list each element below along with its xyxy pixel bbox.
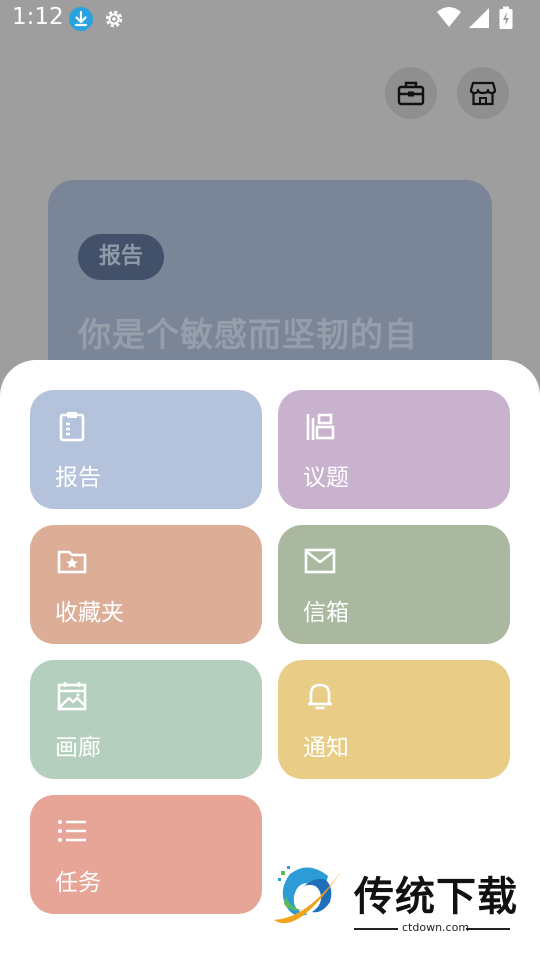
menu-item-label: 任务 [55,870,101,896]
watermark-divider [354,928,398,930]
menu-item-label: 议题 [303,465,349,491]
status-bar: 1:12 [0,0,540,38]
settings-icon [102,7,126,31]
battery-charging-icon [499,6,513,29]
watermark-logo-icon [274,866,342,924]
list-icon [58,820,86,842]
briefcase-button[interactable] [385,67,437,119]
bell-icon [308,683,332,710]
menu-item-tasks[interactable]: 任务 [30,795,262,914]
menu-item-label: 画廊 [55,735,101,761]
status-time: 1:12 [12,4,64,30]
mail-icon [304,548,336,574]
watermark-divider [466,928,510,930]
briefcase-icon [397,81,425,106]
menu-item-gallery[interactable]: 画廊 [30,660,262,779]
menu-item-report[interactable]: 报告 [30,390,262,509]
download-icon [69,7,93,31]
watermark: 传统下载 ctdown.com [268,862,518,942]
wifi-icon [437,7,461,27]
menu-item-mailbox[interactable]: 信箱 [278,525,510,644]
gallery-icon [57,682,87,711]
store-icon [469,81,497,106]
menu-item-label: 收藏夹 [55,600,124,626]
signal-icon [469,8,489,28]
menu-item-notifications[interactable]: 通知 [278,660,510,779]
menu-item-label: 通知 [303,735,349,761]
report-headline: 你是个敏感而坚韧的自 [78,315,418,354]
watermark-text: 传统下载 [354,874,518,920]
report-tag: 报告 [78,234,164,280]
watermark-url: ctdown.com [402,921,470,934]
menu-item-label: 报告 [55,465,101,491]
status-icons [436,6,526,30]
menu-item-topic[interactable]: 议题 [278,390,510,509]
topic-icon [306,413,335,440]
clipboard-icon [59,412,85,442]
folder-star-icon [57,550,87,574]
store-button[interactable] [457,67,509,119]
menu-item-label: 信箱 [303,600,349,626]
menu-item-favorites[interactable]: 收藏夹 [30,525,262,644]
